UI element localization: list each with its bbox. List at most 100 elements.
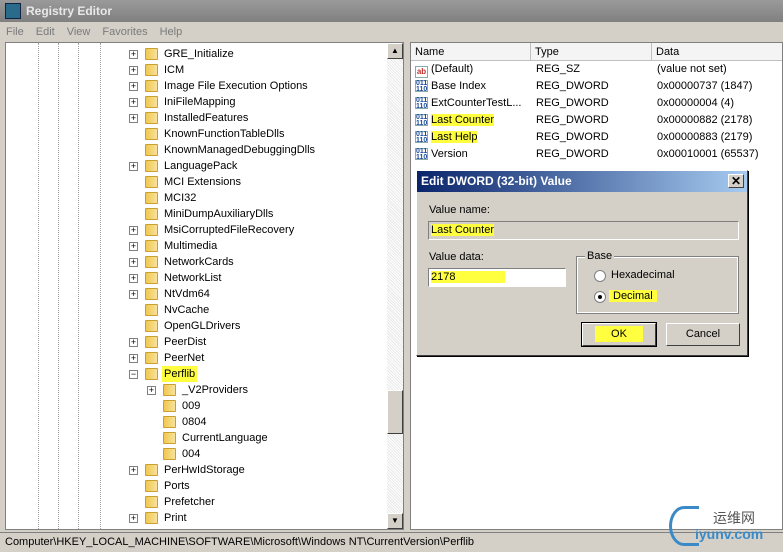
tree-item[interactable]: CurrentLanguage xyxy=(6,430,386,446)
value-data: 0x00000004 (4) xyxy=(657,97,735,109)
value-data-input[interactable]: 2178 xyxy=(428,268,566,287)
binary-value-icon: 011 110 xyxy=(415,114,428,127)
base-groupbox: Base Hexadecimal Decimal xyxy=(576,250,739,314)
expand-icon[interactable]: + xyxy=(147,386,156,395)
tree-item[interactable]: MCI Extensions xyxy=(6,174,386,190)
base-label: Base xyxy=(585,250,615,262)
menu-favorites[interactable]: Favorites xyxy=(102,22,147,42)
list-row[interactable]: 011 110 Base Index REG_DWORD 0x00000737 (184… xyxy=(411,78,782,95)
column-name[interactable]: Name xyxy=(411,43,531,60)
column-data[interactable]: Data xyxy=(652,43,782,60)
expand-icon[interactable]: + xyxy=(129,242,138,251)
tree-item[interactable]: + MsiCorruptedFileRecovery xyxy=(6,222,386,238)
expand-icon[interactable]: + xyxy=(129,274,138,283)
list-row[interactable]: 011 110 Version REG_DWORD 0x00010001 (65537) xyxy=(411,146,782,163)
expand-icon[interactable]: + xyxy=(129,338,138,347)
folder-icon xyxy=(145,208,158,220)
folder-icon xyxy=(145,256,158,268)
expand-icon[interactable]: + xyxy=(129,82,138,91)
list-row[interactable]: 011 110 Last Help REG_DWORD 0x00000883 (2179… xyxy=(411,129,782,146)
cancel-button[interactable]: Cancel xyxy=(666,323,740,346)
expand-icon[interactable]: + xyxy=(129,226,138,235)
tree-item-label: NvCache xyxy=(164,304,210,316)
tree-item[interactable]: + Image File Execution Options xyxy=(6,78,386,94)
expand-icon[interactable]: + xyxy=(129,258,138,267)
folder-icon xyxy=(163,400,176,412)
tree-item-label: KnownManagedDebuggingDlls xyxy=(164,144,316,156)
list-row[interactable]: 011 110 ExtCounterTestL... REG_DWORD 0x00000… xyxy=(411,95,782,112)
tree-item[interactable]: Ports xyxy=(6,478,386,494)
close-icon[interactable]: ✕ xyxy=(728,174,744,188)
value-name-text: Version xyxy=(431,148,468,160)
tree-item[interactable]: + IniFileMapping xyxy=(6,94,386,110)
watermark-logo: 运维网 iyunv.com xyxy=(669,504,779,548)
collapse-icon[interactable]: − xyxy=(129,370,138,379)
tree-item[interactable]: + PerHwIdStorage xyxy=(6,462,386,478)
list-row[interactable]: ab (Default) REG_SZ (value not set) xyxy=(411,61,782,78)
tree-scrollbar[interactable]: ▲ ▼ xyxy=(387,43,403,529)
folder-icon xyxy=(145,496,158,508)
tree-item[interactable]: 0804 xyxy=(6,414,386,430)
tree-item[interactable]: MiniDumpAuxiliaryDlls xyxy=(6,206,386,222)
tree-item[interactable]: NvCache xyxy=(6,302,386,318)
tree-item-label: Image File Execution Options xyxy=(164,80,308,92)
decimal-radio[interactable] xyxy=(594,291,606,303)
tree-item[interactable]: Prefetcher xyxy=(6,494,386,510)
hexadecimal-radio[interactable] xyxy=(594,270,606,282)
tree-item[interactable]: + NtVdm64 xyxy=(6,286,386,302)
folder-icon xyxy=(145,176,158,188)
tree-item[interactable]: 009 xyxy=(6,398,386,414)
tree-item[interactable]: − Perflib xyxy=(6,366,386,382)
expand-icon[interactable]: + xyxy=(129,114,138,123)
tree-item-label: MsiCorruptedFileRecovery xyxy=(164,224,295,236)
tree-item-label: Prefetcher xyxy=(164,496,215,508)
folder-icon xyxy=(145,240,158,252)
column-type[interactable]: Type xyxy=(531,43,652,60)
tree-item-label: MiniDumpAuxiliaryDlls xyxy=(164,208,274,220)
scroll-up-button[interactable]: ▲ xyxy=(387,43,403,59)
hexadecimal-label[interactable]: Hexadecimal xyxy=(611,269,675,281)
expand-icon[interactable]: + xyxy=(129,514,138,523)
tree-item[interactable]: + Print xyxy=(6,510,386,526)
ok-button[interactable]: OK xyxy=(581,322,657,347)
tree-item[interactable]: KnownManagedDebuggingDlls xyxy=(6,142,386,158)
folder-icon xyxy=(145,112,158,124)
tree-item[interactable]: KnownFunctionTableDlls xyxy=(6,126,386,142)
folder-icon xyxy=(163,432,176,444)
tree-item[interactable]: MCI32 xyxy=(6,190,386,206)
list-row[interactable]: 011 110 Last Counter REG_DWORD 0x00000882 (2… xyxy=(411,112,782,129)
expand-icon[interactable]: + xyxy=(129,50,138,59)
expand-icon[interactable]: + xyxy=(129,290,138,299)
menu-help[interactable]: Help xyxy=(160,22,183,42)
expand-icon[interactable]: + xyxy=(129,66,138,75)
expand-icon[interactable]: + xyxy=(129,466,138,475)
expand-icon[interactable]: + xyxy=(129,354,138,363)
tree-item[interactable]: + NetworkList xyxy=(6,270,386,286)
tree-item[interactable]: + PeerDist xyxy=(6,334,386,350)
menu-view[interactable]: View xyxy=(67,22,91,42)
expand-icon[interactable]: + xyxy=(129,98,138,107)
tree-item[interactable]: 004 xyxy=(6,446,386,462)
tree-item[interactable]: + _V2Providers xyxy=(6,382,386,398)
tree-item[interactable]: + InstalledFeatures xyxy=(6,110,386,126)
menu-file[interactable]: File xyxy=(6,22,24,42)
tree-item[interactable]: OpenGLDrivers xyxy=(6,318,386,334)
tree-item-label: CurrentLanguage xyxy=(182,432,268,444)
tree-item-label: PeerNet xyxy=(164,352,205,364)
tree-item-label: LanguagePack xyxy=(164,160,238,172)
tree-item[interactable]: + LanguagePack xyxy=(6,158,386,174)
decimal-label[interactable]: Decimal xyxy=(609,290,657,302)
key-tree[interactable]: + GRE_Initialize + ICM + Image File Execution… xyxy=(5,42,404,530)
scroll-down-button[interactable]: ▼ xyxy=(387,513,403,529)
menu-edit[interactable]: Edit xyxy=(36,22,55,42)
tree-item[interactable]: + PeerNet xyxy=(6,350,386,366)
tree-item[interactable]: + ICM xyxy=(6,62,386,78)
tree-item-label: Ports xyxy=(164,480,190,492)
tree-item[interactable]: + GRE_Initialize xyxy=(6,46,386,62)
value-name: 011 110 Version xyxy=(411,146,531,163)
tree-item[interactable]: + NetworkCards xyxy=(6,254,386,270)
expand-icon[interactable]: + xyxy=(129,162,138,171)
tree-item[interactable]: + Multimedia xyxy=(6,238,386,254)
value-type: REG_DWORD xyxy=(536,148,609,160)
scroll-thumb[interactable] xyxy=(387,390,403,434)
